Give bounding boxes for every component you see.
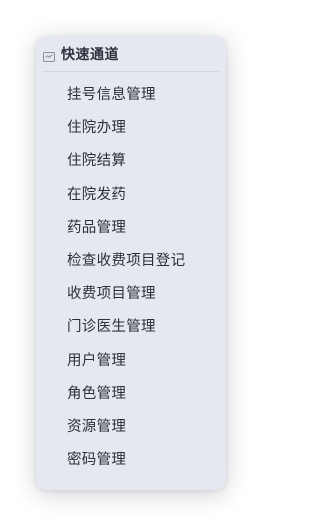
menu-item-password-management[interactable]: 密码管理 [36,444,226,477]
header-divider [43,71,219,72]
menu-item-inpatient-settlement[interactable]: 住院结算 [36,145,226,178]
menu-item-outpatient-doctor-management[interactable]: 门诊医生管理 [36,311,226,344]
quick-access-panel: 快速通道 挂号信息管理 住院办理 住院结算 在院发药 药品管理 检查收费项目登记… [36,36,226,490]
menu-item-resource-management[interactable]: 资源管理 [36,411,226,444]
menu-item-fee-item-management[interactable]: 收费项目管理 [36,278,226,311]
menu-item-role-management[interactable]: 角色管理 [36,378,226,411]
menu-item-inpatient-dispensing[interactable]: 在院发药 [36,179,226,212]
collapse-icon[interactable] [43,48,55,62]
menu-item-registration-info[interactable]: 挂号信息管理 [36,79,226,112]
menu-item-exam-fee-registration[interactable]: 检查收费项目登记 [36,245,226,278]
panel-header[interactable]: 快速通道 [36,36,226,72]
menu-item-user-management[interactable]: 用户管理 [36,345,226,378]
quick-access-menu: 挂号信息管理 住院办理 住院结算 在院发药 药品管理 检查收费项目登记 收费项目… [36,79,226,477]
menu-item-drug-management[interactable]: 药品管理 [36,212,226,245]
menu-item-admission[interactable]: 住院办理 [36,112,226,145]
panel-title: 快速通道 [61,47,119,63]
